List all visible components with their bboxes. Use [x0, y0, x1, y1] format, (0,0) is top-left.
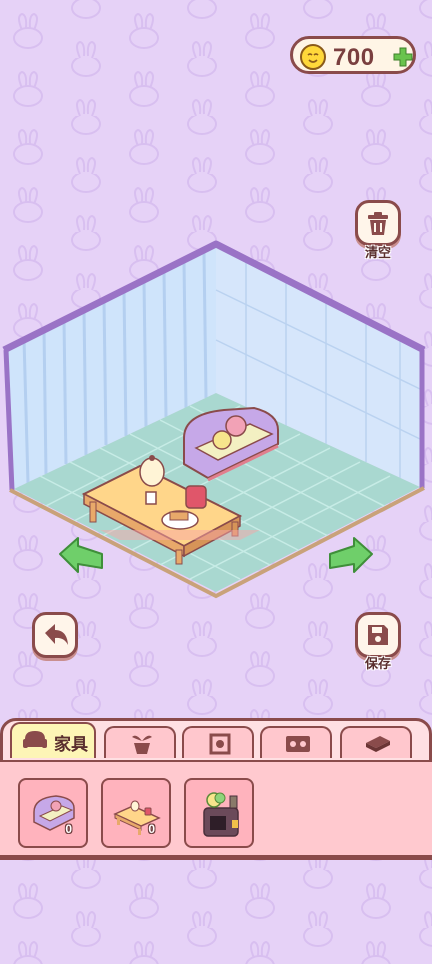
rotate-right-arrow-icon[interactable]	[326, 532, 376, 576]
item-slot-sofa[interactable]: 0	[18, 778, 88, 848]
coin-balance: 700	[290, 36, 416, 74]
book-icon	[366, 736, 390, 752]
undo-arrow-icon	[45, 624, 68, 645]
sofa-icon	[23, 731, 47, 748]
tab-books[interactable]	[340, 726, 412, 758]
rug-icon	[286, 736, 310, 752]
item-slot-tea-table[interactable]: 0	[101, 778, 171, 848]
coin-count: 700	[333, 44, 375, 71]
tea-table-item-icon	[113, 800, 161, 835]
wall-frame-icon	[209, 733, 231, 755]
tab-plants[interactable]	[104, 726, 176, 758]
item-slot-fireplace[interactable]	[184, 778, 254, 848]
fireplace-item-icon	[203, 792, 239, 837]
item-count: 0	[65, 822, 72, 836]
tab-furniture[interactable]: 家具	[10, 722, 96, 758]
plant-pot-icon	[132, 735, 152, 754]
sofa-item-icon	[33, 795, 75, 831]
rotate-left-arrow-icon[interactable]	[56, 532, 106, 576]
plus-icon[interactable]	[392, 46, 414, 68]
save-button[interactable]	[355, 612, 401, 658]
back-button[interactable]	[32, 612, 78, 658]
tab-furniture-label: 家具	[54, 735, 88, 754]
tab-rugs[interactable]	[260, 726, 332, 758]
floppy-disk-icon	[368, 625, 388, 645]
tab-wall-decor[interactable]	[182, 726, 254, 758]
coin-face-icon	[300, 44, 326, 70]
save-label: 保存	[364, 656, 391, 671]
item-count: 0	[148, 822, 155, 836]
